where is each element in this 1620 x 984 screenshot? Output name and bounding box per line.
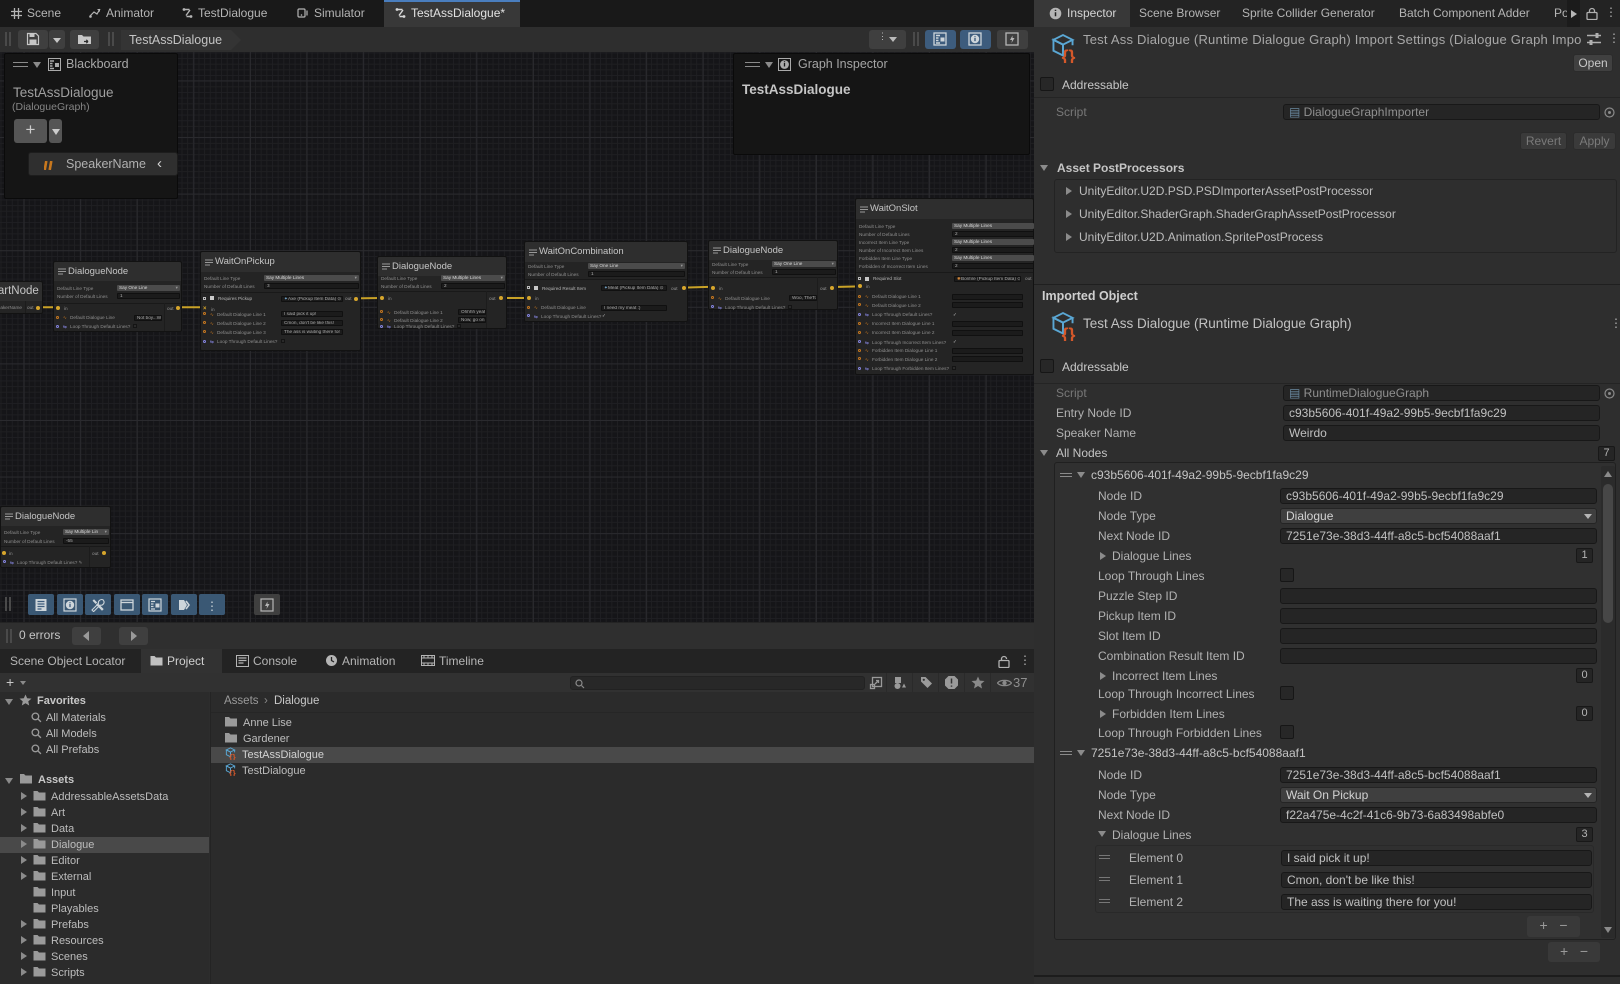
svg-text:{}: {} [1062,46,1076,63]
svg-text:{}: {} [1062,324,1076,341]
svg-text:{}: {} [229,753,236,760]
svg-text:{}: {} [229,769,236,776]
